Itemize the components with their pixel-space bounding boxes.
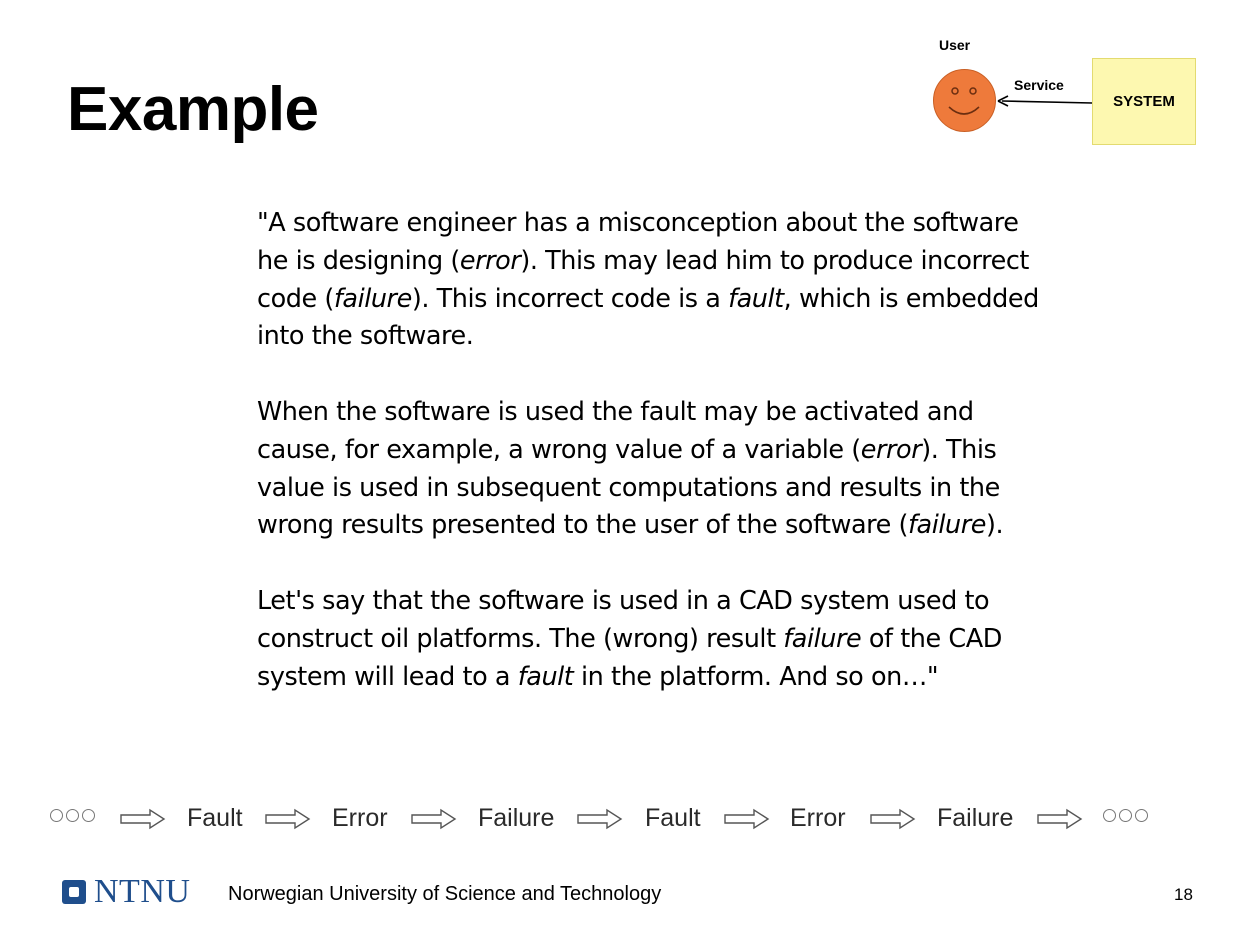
text-run: ). This	[921, 434, 997, 465]
quote-text: "A software engineer has a misconception…	[257, 205, 1117, 696]
right-arrow-icon	[1037, 808, 1083, 830]
slide-title: Example	[67, 75, 319, 144]
university-name: Norwegian University of Science and Tech…	[228, 883, 662, 905]
quote-line: wrong results presented to the user of t…	[257, 507, 1117, 545]
text-run: system will lead to a	[257, 661, 518, 692]
quote-paragraph: Let's say that the software is used in a…	[257, 583, 1117, 696]
fault-error-failure-chain: Fault Error Failure Fault Error Failure	[48, 800, 1198, 840]
text-run: , which is embedded	[783, 283, 1040, 314]
text-run: wrong results presented to the user of t…	[257, 510, 909, 541]
quote-line: he is designing (error). This may lead h…	[257, 243, 1117, 281]
chain-word: Failure	[937, 804, 1014, 832]
italic-term: failure	[333, 283, 412, 314]
text-run: into the software.	[257, 321, 474, 352]
italic-term: error	[459, 245, 521, 276]
text-run: he is designing (	[257, 245, 460, 276]
ellipsis-dots-icon	[50, 809, 95, 825]
quote-line: Let's say that the software is used in a…	[257, 583, 1117, 621]
ntnu-logo: NTNU	[62, 873, 191, 910]
quote-line: into the software.	[257, 318, 1117, 356]
text-run: construct oil platforms. The (wrong) res…	[257, 623, 784, 654]
right-arrow-icon	[411, 808, 457, 830]
text-run: ). This may lead him to produce incorrec…	[520, 245, 1029, 276]
text-run: Let's say that the software is used in a…	[257, 585, 990, 616]
page-number: 18	[1174, 885, 1193, 904]
user-service-system-diagram: User Service SYSTEM	[920, 30, 1220, 160]
text-run: of the CAD	[861, 623, 1002, 654]
quote-line: code (failure). This incorrect code is a…	[257, 281, 1117, 319]
right-arrow-icon	[265, 808, 311, 830]
right-arrow-icon	[724, 808, 770, 830]
right-arrow-icon	[870, 808, 916, 830]
quote-line: construct oil platforms. The (wrong) res…	[257, 621, 1117, 659]
quote-line: When the software is used the fault may …	[257, 394, 1117, 432]
system-box: SYSTEM	[1092, 58, 1196, 145]
quote-line: "A software engineer has a misconception…	[257, 205, 1117, 243]
text-run: ).	[986, 510, 1004, 541]
ntnu-logo-icon	[62, 880, 86, 904]
text-run: cause, for example, a wrong value of a v…	[257, 434, 861, 465]
ellipsis-dots-icon	[1103, 809, 1148, 825]
text-run: When the software is used the fault may …	[257, 396, 974, 427]
italic-term: failure	[783, 623, 862, 654]
italic-term: fault	[517, 661, 574, 692]
italic-term: failure	[908, 510, 986, 541]
chain-word: Error	[790, 804, 846, 832]
quote-paragraph: "A software engineer has a misconception…	[257, 205, 1117, 356]
quote-paragraph: When the software is used the fault may …	[257, 394, 1117, 545]
text-run: value is used in subsequent computations…	[257, 472, 1000, 503]
chain-word: Error	[332, 804, 388, 832]
ntnu-logo-text: NTNU	[94, 873, 191, 910]
chain-word: Failure	[478, 804, 555, 832]
italic-term: error	[860, 434, 922, 465]
quote-line: system will lead to a fault in the platf…	[257, 659, 1117, 697]
text-run: code (	[257, 283, 334, 314]
text-run: in the platform. And so on…"	[573, 661, 939, 692]
quote-line: value is used in subsequent computations…	[257, 470, 1117, 508]
chain-word: Fault	[645, 804, 701, 832]
quote-line: cause, for example, a wrong value of a v…	[257, 432, 1117, 470]
right-arrow-icon	[120, 808, 166, 830]
chain-word: Fault	[187, 804, 243, 832]
text-run: ). This incorrect code is a	[411, 283, 729, 314]
right-arrow-icon	[577, 808, 623, 830]
italic-term: fault	[728, 283, 784, 314]
text-run: "A software engineer has a misconception…	[257, 208, 1019, 238]
